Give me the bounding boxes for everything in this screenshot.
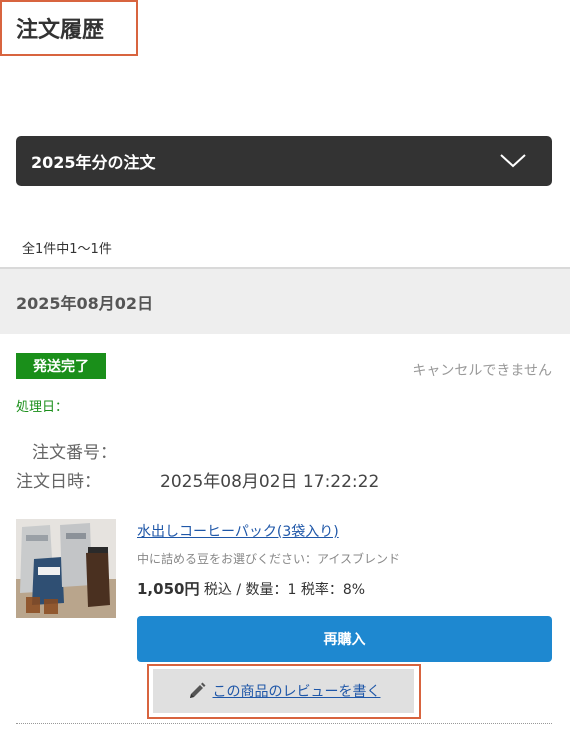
order-number-label: 注文番号： — [32, 443, 117, 463]
page-title: 注文履歴 — [16, 18, 105, 43]
chevron-down-icon — [500, 154, 526, 168]
result-count: 全1件中1～1件 — [22, 242, 112, 257]
year-filter-label: 2025年分の注文 — [31, 153, 156, 172]
product-price-detail: 税込 / 数量：1 税率：8% — [203, 582, 366, 598]
pencil-icon — [189, 682, 205, 698]
product-name-link[interactable]: 水出しコーヒーパック(3袋入り) — [137, 521, 339, 541]
status-badge: 発送完了 — [16, 353, 106, 379]
product-price-line: 1,050円 税込 / 数量：1 税率：8% — [137, 578, 365, 599]
process-date-label: 処理日： — [16, 400, 69, 415]
divider — [16, 723, 552, 724]
year-filter-select[interactable]: 2025年分の注文 — [16, 136, 552, 186]
order-date-text: 2025年08月02日 — [16, 293, 154, 313]
order-datetime-value: 2025年08月02日 17:22:22 — [160, 472, 380, 492]
cancel-note: キャンセルできません — [412, 363, 552, 379]
product-image[interactable] — [16, 519, 116, 618]
coffee-product-photo — [16, 519, 116, 618]
write-review-button[interactable]: この商品のレビューを書く — [153, 669, 414, 713]
page-title-box: 注文履歴 — [0, 0, 138, 56]
order-datetime-label: 注文日時： — [16, 472, 101, 492]
order-date-header: 2025年08月02日 — [0, 267, 570, 334]
product-option: 中に詰める豆をお選びください：アイスブレンド — [137, 552, 401, 566]
write-review-label: この商品のレビューを書く — [212, 684, 381, 700]
rebuy-button[interactable]: 再購入 — [137, 616, 552, 662]
product-price: 1,050円 — [137, 580, 200, 598]
order-history-page: 注文履歴 2025年分の注文 全1件中1～1件 2025年08月02日 発送完了… — [0, 0, 570, 732]
